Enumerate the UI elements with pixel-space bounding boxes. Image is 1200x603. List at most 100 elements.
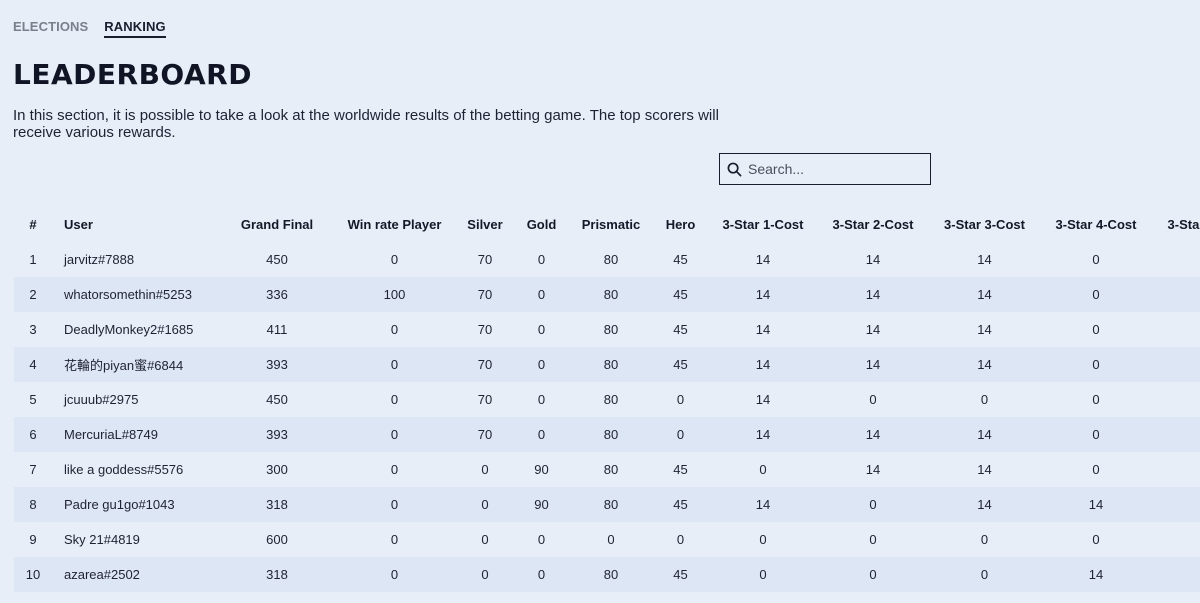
cell-grand-final: 318 — [222, 557, 332, 592]
table-header-row: # User Grand Final Win rate Player Silver Gol… — [14, 207, 1200, 242]
cell-user: 花輪的piyan蜜#6844 — [52, 347, 222, 382]
table-row[interactable]: 7 like a goddess#5576 300 0 0 90 80 45 0 14 14 0 0 — [14, 452, 1200, 487]
cell-prismatic: 80 — [570, 487, 652, 522]
cell-3star-3cost: 0 — [980, 392, 989, 407]
table-row[interactable]: 5 jcuuub#2975 450 0 70 0 80 0 14 0 0 0 0 — [14, 382, 1200, 417]
cell-3star-2cost: 14 — [817, 347, 929, 382]
cell-3star-3cost: 14 — [977, 322, 992, 337]
column-header-3star-3cost[interactable]: 3-Star 3-Cost — [929, 207, 1040, 242]
table-row[interactable]: 9 Sky 21#4819 600 0 0 0 0 0 0 0 0 0 0 — [14, 522, 1200, 557]
cell-grand-final: 300 — [266, 462, 288, 477]
cell-grand-final: 336 — [222, 277, 332, 312]
cell-3star-4cost: 14 — [1040, 557, 1152, 592]
cell-rank: 7 — [29, 462, 37, 477]
cell-3star-4cost: 0 — [1092, 462, 1100, 477]
column-header-hero[interactable]: Hero — [652, 207, 709, 242]
column-header-3star-1cost[interactable]: 3-Star 1-Cost — [709, 207, 817, 242]
cell-grand-final: 450 — [266, 252, 288, 267]
cell-3star-1cost: 0 — [709, 557, 817, 592]
cell-grand-final: 318 — [222, 487, 332, 522]
cell-prismatic: 80 — [603, 322, 619, 337]
cell-silver: 0 — [481, 532, 489, 547]
table-body: 1jarvitz#7888450070080451414140142whator… — [14, 242, 1200, 592]
cell-prismatic: 0 — [607, 532, 615, 547]
cell-win-rate-player: 0 — [390, 322, 399, 337]
cell-user: Sky 21#4819 — [64, 532, 140, 547]
cell-hero: 0 — [676, 392, 685, 407]
cell-3star-5cost: 14 — [1152, 557, 1200, 592]
cell-3star-4cost: 0 — [1092, 392, 1100, 407]
table-row[interactable]: 10azarea#250231800080450001414 — [14, 557, 1200, 592]
column-header-silver[interactable]: Silver — [457, 207, 513, 242]
cell-3star-5cost: 0 — [1152, 277, 1200, 312]
cell-user: Padre gu1go#1043 — [52, 487, 222, 522]
cell-win-rate-player: 0 — [390, 532, 399, 547]
cell-user: jarvitz#7888 — [64, 252, 135, 267]
column-header-3star-5cost[interactable]: 3-Star 5-Cost — [1152, 207, 1200, 242]
column-header-3star-4cost[interactable]: 3-Star 4-Cost — [1040, 207, 1152, 242]
cell-rank: 10 — [14, 557, 52, 592]
cell-3star-1cost: 14 — [709, 417, 817, 452]
cell-gold: 0 — [537, 532, 546, 547]
cell-silver: 0 — [457, 557, 513, 592]
table-row[interactable]: 2 whatorsomethin#5253 336 100 70 0 80 45 14 14 14 0… — [14, 277, 1200, 312]
cell-prismatic: 80 — [570, 557, 652, 592]
cell-silver: 70 — [477, 392, 493, 407]
column-header-grand-final[interactable]: Grand Final — [222, 207, 332, 242]
cell-gold: 90 — [513, 487, 570, 522]
cell-3star-2cost: 14 — [865, 462, 881, 477]
cell-3star-1cost: 14 — [709, 347, 817, 382]
search-box[interactable] — [719, 153, 931, 185]
cell-3star-2cost: 14 — [817, 417, 929, 452]
cell-3star-3cost: 14 — [929, 347, 1040, 382]
table-row[interactable]: 8Padre gu1go#10433180090804514014140 — [14, 487, 1200, 522]
cell-prismatic: 80 — [570, 417, 652, 452]
search-icon — [727, 161, 742, 177]
cell-3star-2cost: 0 — [869, 532, 877, 547]
cell-3star-2cost: 14 — [865, 322, 881, 337]
tab-elections[interactable]: ELECTIONS — [13, 19, 88, 38]
cell-user: jcuuub#2975 — [64, 392, 139, 407]
cell-3star-3cost: 14 — [929, 277, 1040, 312]
cell-silver: 70 — [457, 347, 513, 382]
cell-user: MercuriaL#8749 — [52, 417, 222, 452]
cell-hero: 45 — [652, 557, 709, 592]
cell-3star-5cost: 14 — [1152, 242, 1200, 277]
cell-user: like a goddess#5576 — [64, 462, 184, 477]
cell-3star-5cost: 0 — [1152, 452, 1200, 487]
cell-3star-3cost: 0 — [929, 557, 1040, 592]
table-row[interactable]: 4花輪的piyan蜜#68443930700804514141400 — [14, 347, 1200, 382]
cell-silver: 70 — [457, 417, 513, 452]
cell-3star-1cost: 14 — [709, 277, 817, 312]
cell-gold: 0 — [513, 277, 570, 312]
search-input[interactable] — [746, 160, 930, 178]
cell-win-rate-player: 0 — [390, 252, 399, 267]
cell-3star-4cost: 0 — [1040, 417, 1152, 452]
page: ELECTIONS RANKING LEADERBOARD In this se… — [0, 0, 1200, 603]
cell-3star-5cost: 14 — [1152, 417, 1200, 452]
column-header-3star-2cost[interactable]: 3-Star 2-Cost — [817, 207, 929, 242]
cell-rank: 5 — [29, 392, 37, 407]
cell-prismatic: 80 — [570, 347, 652, 382]
cell-win-rate-player: 0 — [332, 487, 457, 522]
table-row[interactable]: 3 DeadlyMonkey2#1685 411 0 70 0 80 45 14 14 14 0 0 — [14, 312, 1200, 347]
column-header-rank[interactable]: # — [14, 207, 52, 242]
cell-grand-final: 393 — [222, 347, 332, 382]
cell-3star-4cost: 0 — [1040, 277, 1152, 312]
cell-prismatic: 80 — [603, 392, 619, 407]
cell-3star-5cost: 0 — [1152, 382, 1200, 417]
column-header-gold[interactable]: Gold — [513, 207, 570, 242]
table-row[interactable]: 6MercuriaL#87493930700800141414014 — [14, 417, 1200, 452]
column-header-prismatic[interactable]: Prismatic — [570, 207, 652, 242]
column-header-user[interactable]: User — [52, 207, 222, 242]
cell-3star-2cost: 14 — [865, 252, 881, 267]
cell-3star-5cost: 0 — [1152, 522, 1200, 557]
tab-ranking[interactable]: RANKING — [104, 19, 166, 38]
table-row[interactable]: 1 jarvitz#7888 450 0 70 0 80 45 14 14 14 0 14 — [14, 242, 1200, 277]
column-header-win-rate-player[interactable]: Win rate Player — [332, 207, 457, 242]
cell-user: DeadlyMonkey2#1685 — [64, 322, 194, 337]
cell-3star-5cost: 0 — [1152, 347, 1200, 382]
cell-grand-final: 411 — [266, 322, 288, 337]
cell-gold: 0 — [537, 322, 546, 337]
cell-silver: 70 — [457, 277, 513, 312]
